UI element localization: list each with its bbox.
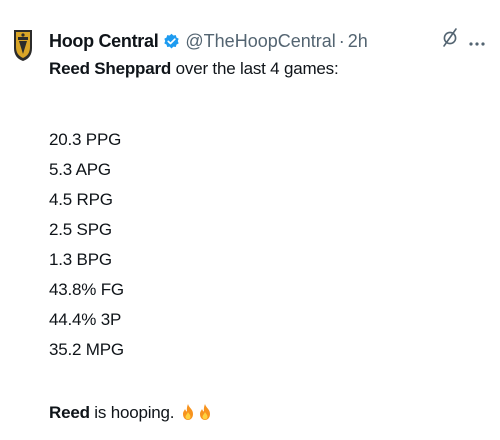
tweet-actions	[441, 26, 486, 48]
stat-line: 43.8% FG	[49, 280, 124, 299]
verified-badge-icon	[163, 33, 180, 50]
grok-icon[interactable]	[441, 26, 459, 48]
outro-text: is hooping.	[89, 403, 175, 422]
player-name-short: Reed	[49, 403, 90, 422]
stat-line: 1.3 BPG	[49, 250, 112, 269]
stat-line: 35.2 MPG	[49, 340, 124, 359]
tweet-outro: Reed is hooping.	[49, 402, 213, 424]
tweet-text: Reed Sheppard over the last 4 games: 20.…	[49, 58, 489, 422]
tweet-card[interactable]: Hoop Central @TheHoopCentral · 2h Reed S…	[0, 0, 500, 440]
stat-line: 44.4% 3P	[49, 310, 122, 329]
tweet-header: Hoop Central @TheHoopCentral · 2h	[49, 28, 486, 54]
hoop-central-logo	[14, 30, 32, 61]
tweet-timestamp[interactable]: 2h	[348, 31, 368, 52]
stat-line: 2.5 SPG	[49, 220, 112, 239]
tweet-intro: Reed Sheppard over the last 4 games:	[49, 58, 489, 88]
fire-icon	[180, 403, 196, 421]
stat-list: 20.3 PPG 5.3 APG 4.5 RPG 2.5 SPG 1.3 BPG…	[49, 129, 124, 369]
author-name[interactable]: Hoop Central	[49, 31, 159, 52]
stat-line: 4.5 RPG	[49, 190, 113, 209]
separator-dot: ·	[338, 30, 345, 51]
stat-line: 5.3 APG	[49, 160, 111, 179]
more-icon[interactable]	[468, 34, 486, 46]
player-name: Reed Sheppard	[49, 59, 172, 78]
author-handle[interactable]: @TheHoopCentral	[185, 31, 335, 52]
intro-text: over the last 4 games:	[175, 59, 339, 78]
fire-icon	[197, 403, 213, 421]
avatar[interactable]	[12, 28, 34, 62]
stat-line: 20.3 PPG	[49, 130, 122, 149]
